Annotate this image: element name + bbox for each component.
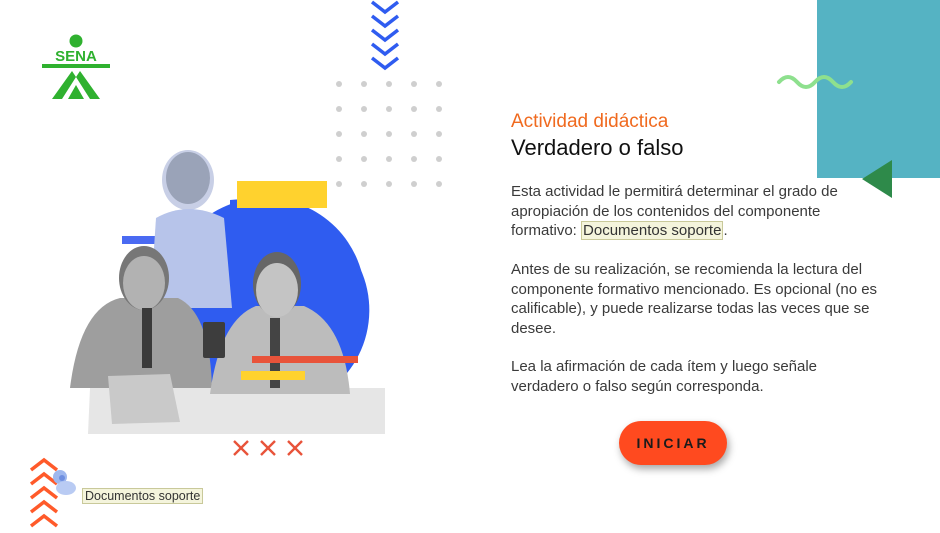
grid-dot [386,106,392,112]
intro-period: . [723,222,728,239]
start-button[interactable]: INICIAR [619,421,727,465]
grid-dot [386,131,392,137]
grid-dot [336,106,342,112]
inline-documentos-link[interactable]: Documentos soporte [581,221,724,240]
team-illustration [60,138,390,438]
instructions-paragraph: Lea la afirmación de cada ítem y luego s… [511,358,818,395]
grid-dot [411,156,417,162]
intro-paragraph: Esta actividad le permitirá determinar e… [511,182,883,241]
grid-dot [436,181,442,187]
grid-dot [436,106,442,112]
grid-dot [436,156,442,162]
grid-dot [436,131,442,137]
wave-decoration [776,70,858,103]
grid-dot [411,106,417,112]
grid-dot [361,131,367,137]
grid-dot [386,81,392,87]
grid-dot [411,181,417,187]
grid-dot [361,106,367,112]
grid-dot [411,81,417,87]
logo-text: SENA [55,48,97,65]
grid-dot [411,131,417,137]
documentos-soporte-link[interactable]: Documentos soporte [82,488,204,504]
pin-icon [50,468,78,498]
sena-logo: SENA [40,33,112,101]
activity-title: Verdadero o falso [511,135,684,160]
x-marks-icon [232,440,304,456]
grid-dot [361,81,367,87]
chevrons-down-icon [369,0,401,76]
grid-dot [336,81,342,87]
recommendation-paragraph: Antes de su realización, se recomienda l… [511,261,878,337]
grid-dot [336,131,342,137]
grid-dot [436,81,442,87]
activity-subtitle: Actividad didáctica [511,111,669,132]
